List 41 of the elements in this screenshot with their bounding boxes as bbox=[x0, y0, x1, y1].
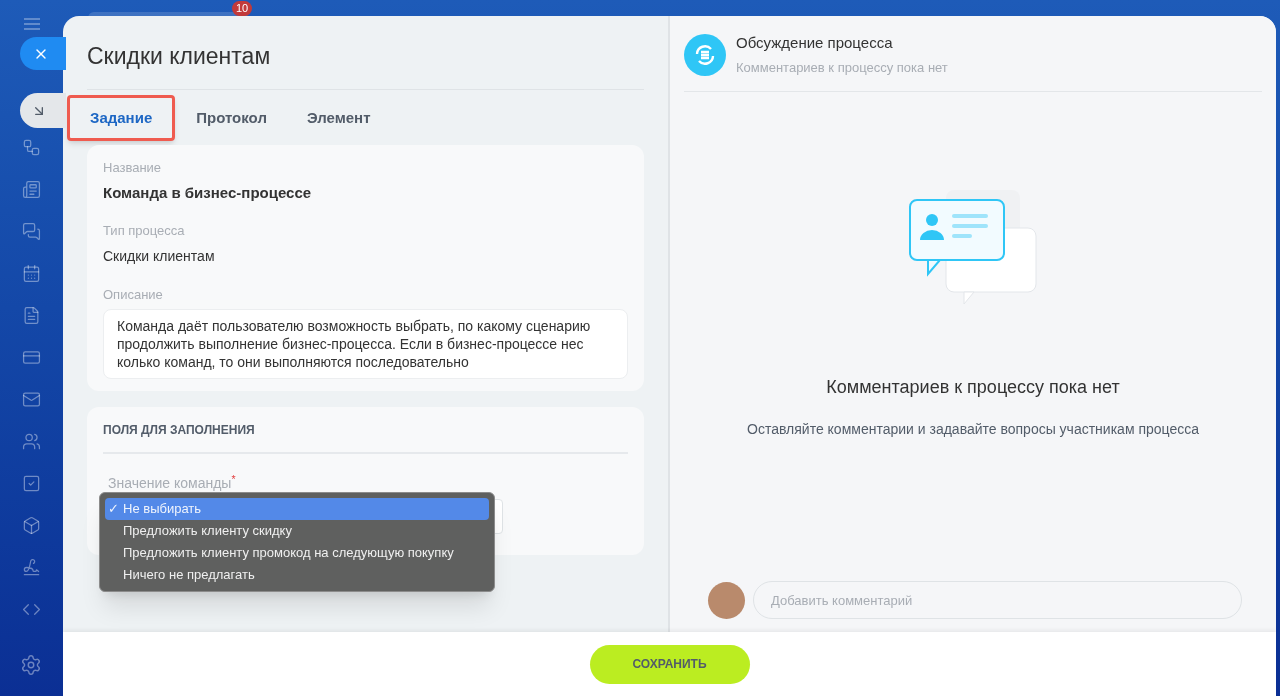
dropdown-option[interactable]: Ничего не предлагать bbox=[105, 564, 489, 586]
page-title: Скидки клиентам bbox=[87, 42, 272, 67]
section-heading: ПОЛЯ ДЛЯ ЗАПОЛНЕНИЯ bbox=[103, 421, 628, 454]
comment-input[interactable]: Добавить комментарий bbox=[753, 581, 1242, 619]
mail-icon[interactable] bbox=[22, 390, 41, 409]
calendar-icon[interactable] bbox=[22, 264, 41, 283]
dropdown-option[interactable]: Предложить клиенту промокод на следующую покупку bbox=[105, 542, 489, 564]
notification-badge: 10 bbox=[232, 1, 253, 16]
tab[interactable]: Элемент bbox=[287, 95, 390, 141]
discussion-subtitle: Комментариев к процессу пока нет bbox=[736, 58, 948, 77]
process-icon bbox=[684, 33, 726, 76]
field-label: Описание bbox=[103, 285, 164, 304]
menu-icon[interactable] bbox=[23, 18, 40, 30]
close-button[interactable] bbox=[20, 37, 66, 70]
avatar bbox=[708, 581, 745, 619]
flow-icon[interactable] bbox=[22, 138, 41, 157]
document-icon[interactable] bbox=[22, 306, 41, 325]
people-icon[interactable] bbox=[22, 432, 41, 451]
field-label: Тип процесса bbox=[103, 222, 186, 240]
newspaper-icon[interactable] bbox=[22, 180, 41, 199]
empty-state-title: Комментариев к процессу пока нет bbox=[826, 376, 1120, 399]
empty-state-text: Оставляйте комментарии и задавайте вопросы участникам процесса bbox=[747, 420, 1199, 439]
card-icon[interactable] bbox=[22, 348, 41, 367]
checkmark-icon: ✓ bbox=[108, 501, 119, 517]
checkbox-icon[interactable] bbox=[22, 474, 41, 493]
field-label: Значение команды$^{*}$ bbox=[108, 473, 237, 493]
dropdown-option[interactable]: ✓ Не выбирать bbox=[105, 498, 489, 520]
save-button[interactable]: СОХРАНИТЬ bbox=[589, 644, 750, 684]
description-text: Команда даёт пользователю возможность выбрать, по какому сценарию продолжить выполнение бизнес-процесса. Если в бизнес-процессе нес колько команд, то они выполняются последовательно bbox=[103, 309, 628, 379]
signature-icon[interactable] bbox=[22, 558, 41, 577]
collapse-button[interactable] bbox=[20, 93, 66, 128]
field-label: Название bbox=[103, 159, 163, 177]
field-value: Команда в бизнес-процессе bbox=[103, 182, 313, 203]
box-icon[interactable] bbox=[22, 516, 41, 535]
dropdown-option[interactable]: Предложить клиенту скидку bbox=[105, 520, 489, 542]
tab[interactable]: Задание bbox=[67, 95, 176, 141]
chat-icon[interactable] bbox=[22, 222, 41, 241]
discussion-title: Обсуждение процесса bbox=[736, 33, 894, 53]
tab[interactable]: Протокол bbox=[177, 95, 286, 141]
field-value: Скидки клиентам bbox=[103, 246, 216, 266]
settings-icon[interactable] bbox=[20, 654, 42, 676]
